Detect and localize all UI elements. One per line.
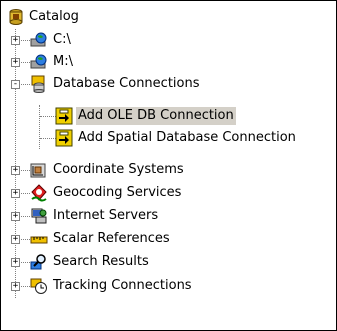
tree-item-label: Search Results (53, 254, 149, 269)
catalog-tree: Catalog + C:\ + M:\ - Database Connectio… (1, 1, 336, 330)
tree-item-internet-servers[interactable]: + Internet Servers (1, 205, 336, 227)
expand-plus-icon[interactable]: + (11, 282, 20, 291)
add-connection-icon (55, 129, 73, 147)
catalog-tree-panel: Catalog + C:\ + M:\ - Database Connectio… (0, 0, 337, 331)
tree-root-label: Catalog (29, 9, 79, 24)
tree-item-label: M:\ (53, 54, 73, 69)
expand-plus-icon[interactable]: + (11, 258, 20, 267)
tree-item-label: Add Spatial Database Connection (78, 130, 296, 145)
tree-item-label: Add OLE DB Connection (76, 107, 236, 125)
tree-item-label: Scalar References (53, 231, 170, 246)
database-connections-icon (31, 75, 45, 93)
tree-item-add-spatial-database-connection[interactable]: Add Spatial Database Connection (1, 127, 336, 149)
tree-item-add-ole-db-connection[interactable]: Add OLE DB Connection (1, 105, 336, 127)
tree-item-label: Coordinate Systems (53, 162, 184, 177)
search-results-icon (30, 254, 46, 270)
scalar-references-icon (30, 236, 48, 244)
tree-item-tracking-connections[interactable]: + Tracking Connections (1, 275, 336, 297)
tree-item-label: C:\ (53, 32, 71, 47)
drive-icon (30, 54, 47, 69)
tree-root[interactable]: Catalog (1, 7, 336, 29)
collapse-minus-icon[interactable]: - (11, 80, 20, 89)
tree-item-c-drive[interactable]: + C:\ (1, 29, 336, 51)
tree-item-label: Geocoding Services (53, 185, 182, 200)
expand-plus-icon[interactable]: + (11, 212, 20, 221)
coordinate-systems-icon (30, 163, 46, 178)
expand-plus-icon[interactable]: + (11, 166, 20, 175)
expand-plus-icon[interactable]: + (11, 189, 20, 198)
expand-plus-icon[interactable]: + (11, 36, 20, 45)
tree-item-label: Tracking Connections (53, 278, 192, 293)
tree-item-coordinate-systems[interactable]: + Coordinate Systems (1, 159, 336, 181)
drive-icon (30, 32, 47, 47)
geocoding-services-icon (31, 184, 47, 202)
tree-item-database-connections[interactable]: - Database Connections (1, 73, 336, 95)
catalog-icon (9, 9, 23, 25)
expand-plus-icon[interactable]: + (11, 58, 20, 67)
tracking-connections-icon (30, 278, 47, 294)
expand-plus-icon[interactable]: + (11, 235, 20, 244)
add-connection-icon (55, 107, 73, 125)
internet-servers-icon (31, 208, 47, 224)
tree-item-m-drive[interactable]: + M:\ (1, 51, 336, 73)
tree-item-label: Internet Servers (53, 208, 159, 223)
tree-item-scalar-references[interactable]: + Scalar References (1, 228, 336, 250)
tree-item-label: Database Connections (53, 76, 200, 91)
tree-item-search-results[interactable]: + Search Results (1, 251, 336, 273)
tree-item-geocoding-services[interactable]: + Geocoding Services (1, 182, 336, 204)
